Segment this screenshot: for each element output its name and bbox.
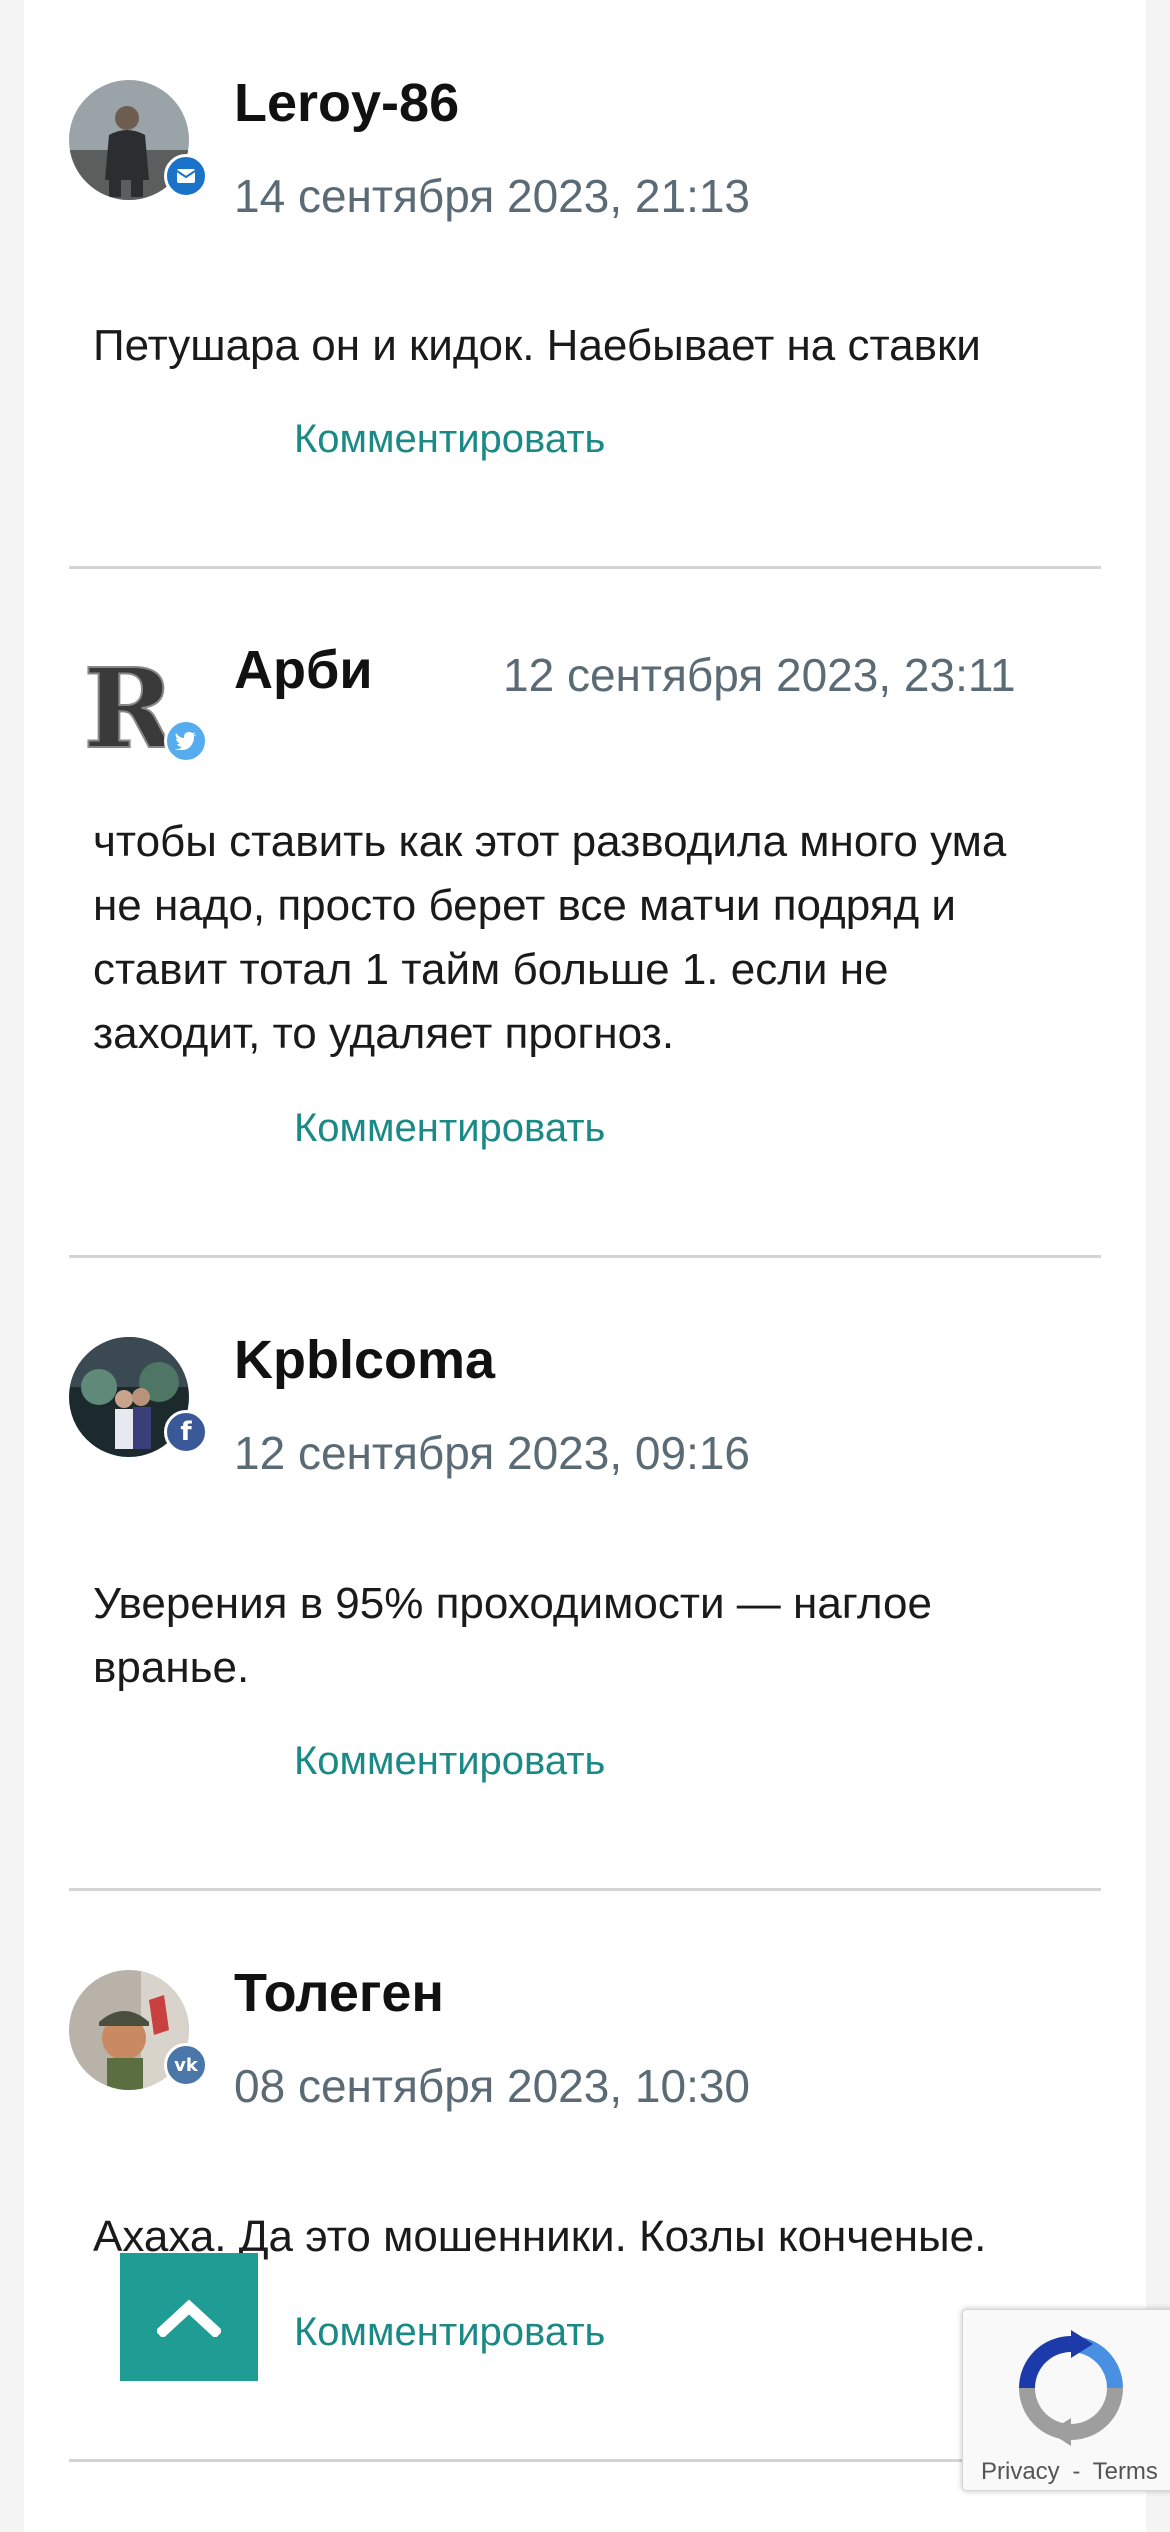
comment-date: 12 сентября 2023, 09:16 bbox=[234, 1427, 751, 1479]
twitter-icon bbox=[164, 719, 208, 763]
recaptcha-badge[interactable]: Privacy - Terms bbox=[962, 2309, 1170, 2491]
svg-text:R: R bbox=[83, 647, 176, 767]
facebook-icon: f bbox=[164, 1410, 208, 1454]
chevron-up-icon bbox=[157, 2299, 221, 2337]
comment-reply-link[interactable]: Комментировать bbox=[294, 2312, 605, 2352]
privacy-link[interactable]: Privacy bbox=[981, 2458, 1060, 2485]
comment-date: 08 сентября 2023, 10:30 bbox=[234, 2060, 751, 2112]
comment-reply-link[interactable]: Комментировать bbox=[294, 1108, 605, 1148]
divider bbox=[69, 566, 1101, 569]
recaptcha-icon bbox=[1011, 2328, 1131, 2453]
divider bbox=[69, 1255, 1101, 1258]
comment-date: 12 сентября 2023, 23:11 bbox=[503, 649, 1016, 701]
comments-page: Leroy-86 14 сентября 2023, 21:13 Петушар… bbox=[24, 0, 1146, 2532]
mail-icon bbox=[164, 154, 208, 198]
comment-author: Kpblcoma bbox=[234, 1330, 496, 1390]
recaptcha-links: Privacy - Terms bbox=[981, 2458, 1158, 2486]
divider bbox=[69, 2459, 1101, 2462]
scroll-to-top-button[interactable] bbox=[120, 2253, 258, 2381]
comment-author: Leroy-86 bbox=[234, 73, 460, 133]
comment-text: чтобы ставить как этот разводила много у… bbox=[93, 817, 1007, 1058]
separator: - bbox=[1072, 2458, 1081, 2485]
comment-date: 14 сентября 2023, 21:13 bbox=[234, 170, 751, 222]
comment-author: Арби bbox=[234, 640, 373, 700]
comment-text: Петушара он и кидок. Наебывает на ставки bbox=[93, 321, 981, 370]
divider bbox=[69, 1888, 1101, 1891]
comment-author: Толеген bbox=[234, 1963, 444, 2023]
vk-icon: vk bbox=[164, 2043, 208, 2087]
comment-reply-link[interactable]: Комментировать bbox=[294, 419, 605, 459]
comment-reply-link[interactable]: Комментировать bbox=[294, 1741, 605, 1781]
terms-link[interactable]: Terms bbox=[1093, 2458, 1158, 2485]
comment-text: Уверения в 95% проходимости — наглое вра… bbox=[93, 1579, 932, 1692]
